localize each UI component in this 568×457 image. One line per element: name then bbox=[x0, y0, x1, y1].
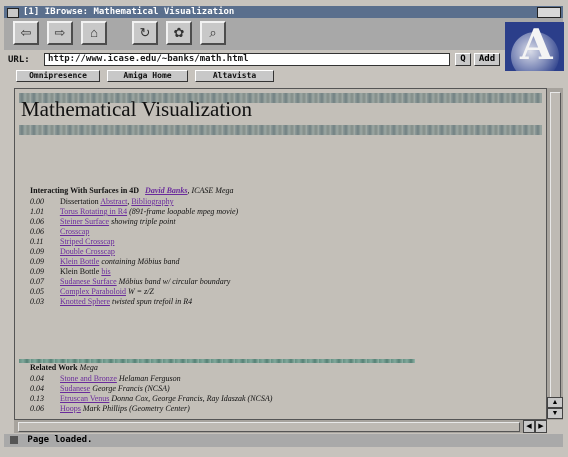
list-item: 0.11 Striped Crosscap bbox=[30, 237, 115, 246]
entry-link[interactable]: Torus Rotating in R4 bbox=[60, 207, 127, 216]
logo-letter: A bbox=[520, 22, 553, 69]
reload-icon: ↻ bbox=[139, 25, 151, 40]
list-item: 0.03 Knotted Sphere twisted spun trefoil… bbox=[30, 297, 193, 306]
window-title: [1] IBrowse: Mathematical Visualization bbox=[23, 7, 235, 17]
bookmark-omnipresence[interactable]: Omnipresence bbox=[16, 70, 100, 82]
list-item: 0.07 Sudanese Surface Möbius band w/ cir… bbox=[30, 277, 231, 286]
list-item: 0.09 Klein Bottle bis bbox=[30, 267, 111, 276]
list-item: 0.06 Hoops Mark Phillips (Geometry Cente… bbox=[30, 404, 190, 413]
home-icon: ⌂ bbox=[90, 25, 98, 40]
bookmark-bar: Omnipresence Amiga Home Altavista bbox=[4, 69, 563, 83]
find-button[interactable]: ⌕ bbox=[200, 21, 226, 45]
vertical-scroll-thumb[interactable] bbox=[550, 92, 561, 399]
entry-link[interactable]: Sudanese Surface bbox=[60, 277, 117, 286]
entry-link[interactable]: Hoops bbox=[60, 404, 81, 413]
affiliation: , ICASE bbox=[187, 186, 214, 195]
forward-arrow-icon: ⇨ bbox=[54, 25, 66, 40]
close-gadget-icon[interactable] bbox=[7, 8, 19, 18]
home-button[interactable]: ⌂ bbox=[81, 21, 107, 45]
list-item: 0.06 Steiner Surface showing triple poin… bbox=[30, 217, 176, 226]
scroll-left-arrow-icon[interactable]: ◀ bbox=[523, 420, 535, 433]
scroll-down-arrow-icon[interactable]: ▼ bbox=[547, 408, 563, 419]
find-icon: ⌕ bbox=[209, 25, 217, 40]
size-tag: Mega bbox=[79, 363, 98, 372]
toolbar: ⇦ ⇨ ⌂ ↻ ✿ ⌕ bbox=[4, 18, 563, 50]
status-text: Page loaded. bbox=[27, 435, 93, 445]
size-tag: Mega bbox=[215, 186, 234, 195]
entry-link[interactable]: Double Crosscap bbox=[60, 247, 115, 256]
vertical-scrollbar[interactable]: ▲ ▼ bbox=[547, 88, 563, 420]
entry-link[interactable]: Stone and Bronze bbox=[60, 374, 117, 383]
entry-link[interactable]: Sudanese bbox=[60, 384, 90, 393]
section-title: Related Work bbox=[30, 363, 78, 372]
depth-gadget-icon[interactable] bbox=[537, 7, 561, 18]
list-item: 0.13 Etruscan Venus Donna Cox, George Fr… bbox=[30, 394, 273, 403]
author-link[interactable]: David Banks bbox=[145, 186, 187, 195]
images-button[interactable]: ✿ bbox=[166, 21, 192, 45]
abstract-link[interactable]: Abstract bbox=[100, 197, 127, 206]
list-item: 0.09 Double Crosscap bbox=[30, 247, 115, 256]
images-icon: ✿ bbox=[173, 25, 185, 40]
surface-entries: 0.00 Dissertation Abstract, Bibliography… bbox=[30, 197, 238, 307]
url-row: URL: http://www.icase.edu/~banks/math.ht… bbox=[4, 52, 504, 68]
page-content: Mathematical Visualization Interacting W… bbox=[14, 88, 547, 420]
forward-button[interactable]: ⇨ bbox=[47, 21, 73, 45]
decorative-band-bottom bbox=[19, 125, 542, 135]
browser-logo[interactable]: A bbox=[505, 22, 564, 71]
section-heading-surfaces: Interacting With Surfaces in 4D David Ba… bbox=[30, 186, 234, 195]
url-search-button[interactable]: Q bbox=[455, 53, 471, 66]
page-title: Mathematical Visualization bbox=[21, 97, 253, 121]
reload-button[interactable]: ↻ bbox=[132, 21, 158, 45]
horizontal-scroll-thumb[interactable] bbox=[18, 422, 520, 432]
window-title-bar[interactable]: [1] IBrowse: Mathematical Visualization bbox=[4, 6, 563, 18]
entry-link[interactable]: Complex Paraboloid bbox=[60, 287, 126, 296]
entry-link[interactable]: Crosscap bbox=[60, 227, 89, 236]
url-input[interactable]: http://www.icase.edu/~banks/math.html bbox=[44, 53, 450, 66]
entry-link[interactable]: Knotted Sphere bbox=[60, 297, 110, 306]
entry-link[interactable]: Klein Bottle bbox=[60, 257, 99, 266]
scroll-up-arrow-icon[interactable]: ▲ bbox=[547, 397, 563, 408]
list-item: 0.04 Sudanese George Francis (NCSA) bbox=[30, 384, 170, 393]
entry-link[interactable]: Striped Crosscap bbox=[60, 237, 114, 246]
entry-link[interactable]: Etruscan Venus bbox=[60, 394, 109, 403]
bookmark-amiga-home[interactable]: Amiga Home bbox=[107, 70, 188, 82]
list-item: 0.09 Klein Bottle containing Möbius band bbox=[30, 257, 180, 266]
list-item: 0.06 Crosscap bbox=[30, 227, 90, 236]
section-heading-related: Related Work Mega bbox=[30, 363, 98, 372]
scroll-right-arrow-icon[interactable]: ▶ bbox=[535, 420, 547, 433]
list-item: 0.05 Complex Paraboloid W = z/Z bbox=[30, 287, 154, 296]
horizontal-scrollbar[interactable]: ◀ ▶ bbox=[14, 420, 547, 433]
entry-link[interactable]: bis bbox=[101, 267, 110, 276]
section-title: Interacting With Surfaces in 4D bbox=[30, 186, 140, 195]
back-arrow-icon: ⇦ bbox=[20, 25, 32, 40]
list-item: 0.00 Dissertation Abstract, Bibliography bbox=[30, 197, 174, 206]
url-label: URL: bbox=[8, 55, 30, 65]
related-entries: 0.04 Stone and Bronze Helaman Ferguson 0… bbox=[30, 374, 272, 414]
status-bar: Page loaded. bbox=[4, 434, 563, 447]
list-item: 0.04 Stone and Bronze Helaman Ferguson bbox=[30, 374, 181, 383]
list-item: 1.01 Torus Rotating in R4 (891-frame loo… bbox=[30, 207, 239, 216]
status-indicator-icon bbox=[10, 435, 18, 444]
add-bookmark-button[interactable]: Add bbox=[474, 53, 500, 66]
bibliography-link[interactable]: Bibliography bbox=[131, 197, 173, 206]
entry-link[interactable]: Steiner Surface bbox=[60, 217, 109, 226]
bookmark-altavista[interactable]: Altavista bbox=[195, 70, 274, 82]
back-button[interactable]: ⇦ bbox=[13, 21, 39, 45]
